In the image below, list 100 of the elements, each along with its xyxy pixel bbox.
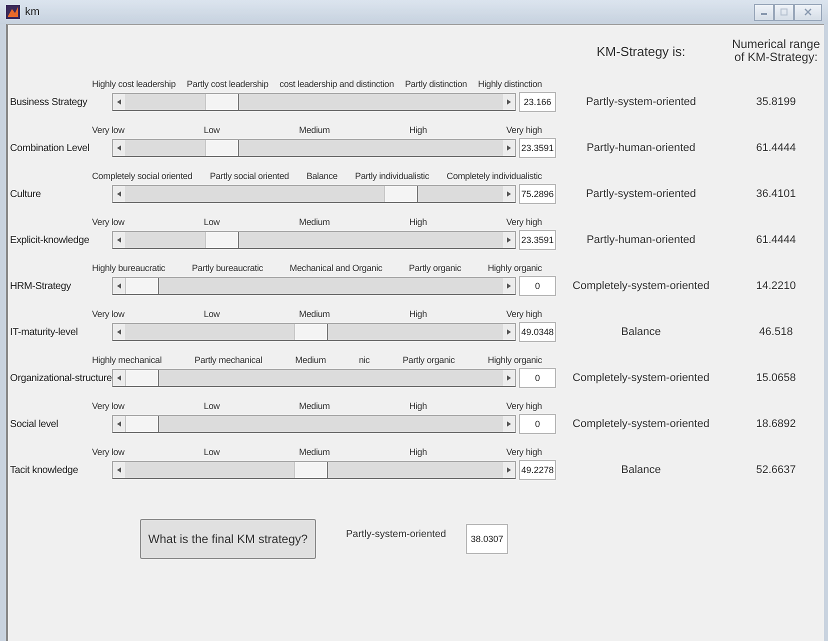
- slider[interactable]: [112, 461, 516, 479]
- scale-label: Mechanical and Organic: [290, 263, 382, 273]
- strategy-text: Balance: [620, 464, 662, 476]
- scale-label: Highly mechanical: [92, 355, 162, 365]
- value-field[interactable]: 23.3591: [519, 230, 556, 250]
- scale-label: Low: [204, 309, 220, 319]
- slider-thumb[interactable]: [125, 370, 159, 386]
- slider-thumb[interactable]: [205, 232, 240, 248]
- strategy-text: Partly-system-oriented: [584, 96, 698, 108]
- scale-label: High: [409, 309, 427, 319]
- slider-thumb[interactable]: [204, 94, 239, 110]
- strategy-text: Partly-system-oriented: [584, 188, 698, 200]
- value-field[interactable]: 49.0348: [519, 322, 556, 342]
- scale-label: Completely individualistic: [446, 171, 542, 181]
- slider[interactable]: [112, 277, 516, 295]
- scale-label: Very low: [92, 309, 124, 319]
- strategy-text: Completely-system-oriented: [572, 372, 710, 384]
- slider[interactable]: [112, 139, 516, 157]
- slider[interactable]: [112, 415, 516, 433]
- range-value: 15.0658: [755, 372, 797, 384]
- window-title: km: [25, 6, 40, 18]
- slider-label: HRM-Strategy: [9, 280, 72, 292]
- scale-label: Medium: [299, 217, 330, 227]
- slider-label: Business Strategy: [9, 96, 88, 108]
- scale-label: Partly social oriented: [210, 171, 289, 181]
- slider-label: IT-maturity-level: [9, 326, 79, 338]
- scale-label: Very high: [506, 401, 542, 411]
- slider[interactable]: [112, 231, 516, 249]
- range-value: 35.8199: [755, 96, 797, 108]
- scale-label: Partly mechanical: [194, 355, 262, 365]
- scale-label: Low: [204, 125, 220, 135]
- scale-label: Partly cost leadership: [186, 79, 268, 89]
- scale-label: Very high: [506, 217, 542, 227]
- scale-label: Low: [204, 447, 220, 457]
- scale-label: High: [409, 401, 427, 411]
- scale-label: Low: [204, 401, 220, 411]
- scale-label: Very low: [92, 125, 124, 135]
- scale-label: Partly individualistic: [355, 171, 430, 181]
- slider-label: Explicit-knowledge: [9, 234, 90, 246]
- range-value: 46.518: [758, 326, 794, 338]
- scale-label: Very high: [506, 447, 542, 457]
- column-heading: Numerical range of KM-Strategy:: [730, 38, 822, 64]
- scale-label: Medium: [299, 309, 330, 319]
- minimize-button[interactable]: [754, 4, 774, 20]
- close-icon[interactable]: [803, 7, 813, 17]
- strategy-text: Partly-human-oriented: [586, 234, 696, 246]
- value-field[interactable]: 75.2896: [519, 184, 556, 204]
- scale-label: cost leadership and distinction: [280, 79, 394, 89]
- slider-thumb[interactable]: [384, 186, 418, 202]
- scale-label: Very low: [92, 401, 124, 411]
- final-value-field[interactable]: 38.0307: [466, 524, 508, 554]
- slider-label: Organizational-structure: [9, 372, 112, 384]
- scale-label: Very low: [92, 217, 124, 227]
- scale-label: High: [409, 125, 427, 135]
- scale-label: Medium: [299, 447, 330, 457]
- slider[interactable]: [112, 93, 516, 111]
- value-field[interactable]: 0: [519, 276, 556, 296]
- value-field[interactable]: 0: [519, 414, 556, 434]
- strategy-text: Completely-system-oriented: [572, 418, 710, 430]
- range-value: 61.4444: [755, 142, 797, 154]
- close-button[interactable]: [794, 4, 822, 20]
- slider-label: Tacit knowledge: [9, 464, 80, 476]
- scale-label: Highly distinction: [478, 79, 542, 89]
- slider-thumb[interactable]: [125, 278, 159, 294]
- range-value: 18.6892: [755, 418, 797, 430]
- slider-label: Social level: [9, 418, 60, 430]
- strategy-text: Completely-system-oriented: [572, 280, 710, 292]
- scale-label: Partly distinction: [405, 79, 467, 89]
- slider[interactable]: [112, 185, 516, 203]
- scale-label: Completely social oriented: [92, 171, 192, 181]
- slider-label: Culture: [9, 188, 42, 200]
- value-field[interactable]: 0: [519, 368, 556, 388]
- scale-label: Very high: [506, 125, 542, 135]
- column-heading: KM-Strategy is:: [596, 44, 686, 58]
- value-field[interactable]: 49.2278: [519, 460, 556, 480]
- scale-label: Highly bureaucratic: [92, 263, 166, 273]
- scale-label: Low: [204, 217, 220, 227]
- scale-label: Highly organic: [488, 263, 542, 273]
- value-field[interactable]: 23.3591: [519, 138, 556, 158]
- scale-label: Partly organic: [408, 263, 462, 273]
- scale-label: Very high: [506, 309, 542, 319]
- slider-thumb[interactable]: [125, 416, 159, 432]
- slider-thumb[interactable]: [294, 462, 328, 478]
- slider-label: Combination Level: [9, 142, 90, 154]
- range-value: 52.6637: [755, 464, 797, 476]
- scale-label: High: [409, 447, 427, 457]
- slider[interactable]: [112, 369, 516, 387]
- slider[interactable]: [112, 323, 516, 341]
- range-value: 36.4101: [755, 188, 797, 200]
- scale-label: nic: [358, 355, 370, 365]
- final-strategy-button[interactable]: What is the final KM strategy?: [140, 519, 316, 559]
- scale-label: Medium: [299, 401, 330, 411]
- scale-label: Partly organic: [402, 355, 455, 365]
- slider-thumb[interactable]: [294, 324, 328, 340]
- value-field[interactable]: 23.166: [519, 92, 556, 112]
- slider-thumb[interactable]: [205, 140, 240, 156]
- scale-label: Highly organic: [488, 355, 542, 365]
- scale-label: Partly bureaucratic: [192, 263, 264, 273]
- scale-label: Medium: [299, 125, 330, 135]
- scale-label: Very low: [92, 447, 124, 457]
